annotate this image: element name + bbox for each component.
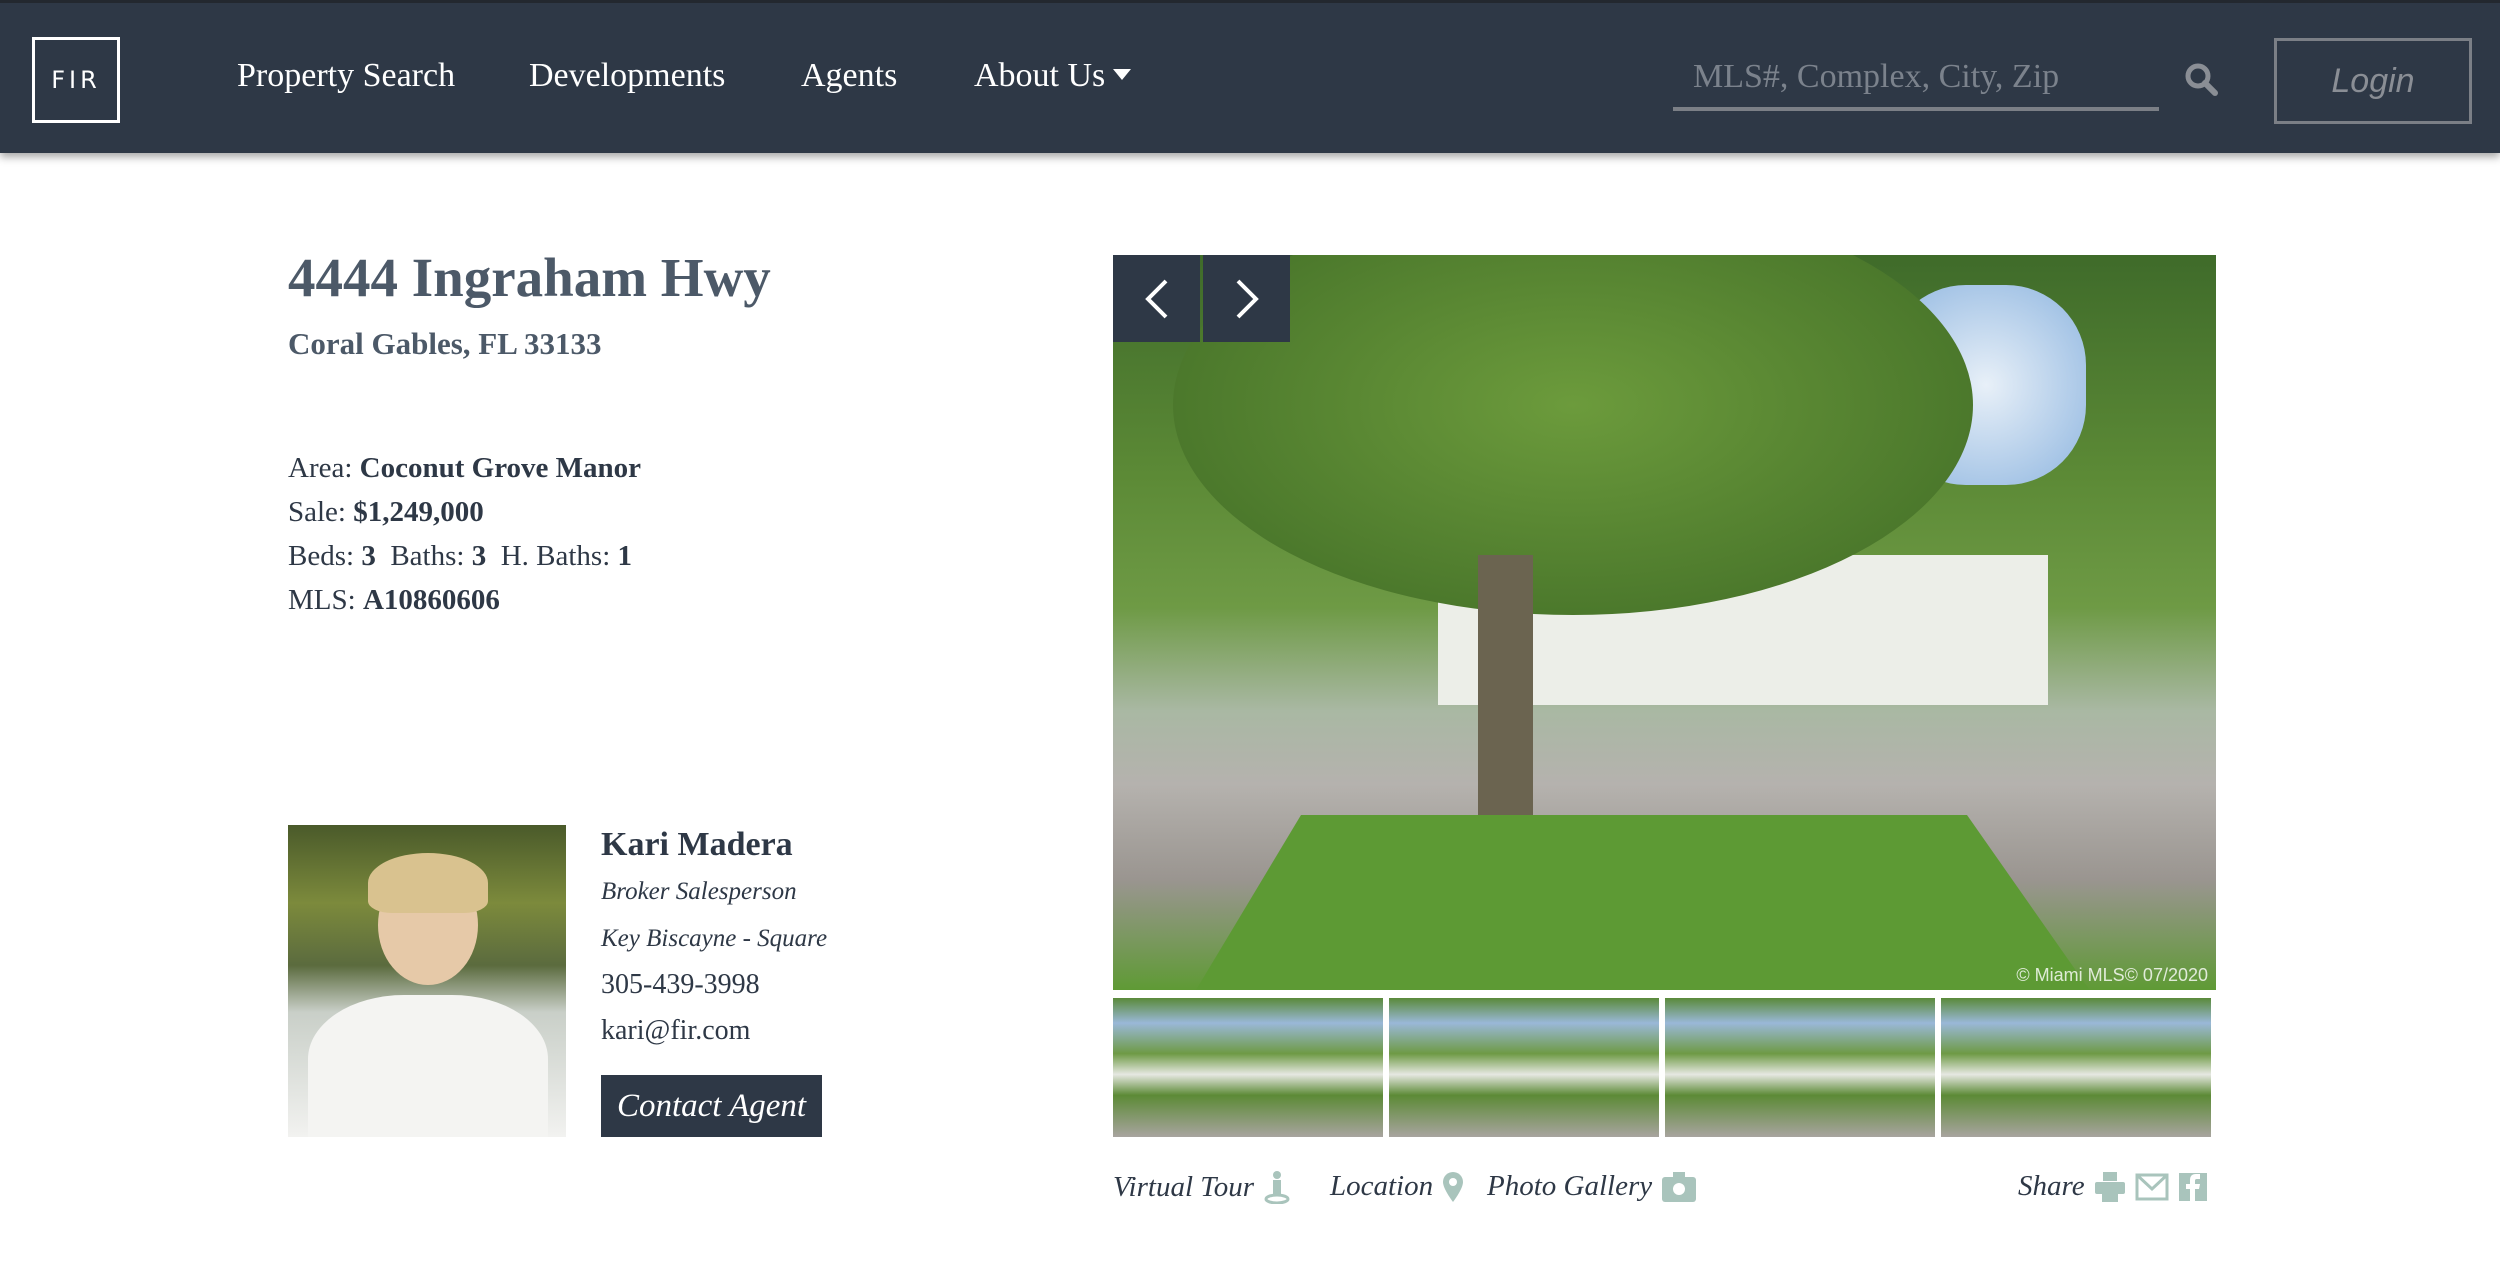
beds-value: 3: [361, 540, 376, 572]
email-icon[interactable]: [2135, 1173, 2169, 1201]
share-bar: Share: [2018, 1170, 2207, 1203]
nav-agents[interactable]: Agents: [801, 57, 897, 95]
sale-value: $1,249,000: [353, 496, 484, 528]
area-label: Area:: [288, 452, 353, 484]
thumbnail-3[interactable]: [1665, 998, 1935, 1137]
property-title: 4444 Ingraham Hwy: [288, 247, 771, 308]
agent-hair: [368, 853, 488, 913]
chevron-right-icon: [1236, 279, 1259, 318]
map-marker-icon: [1443, 1171, 1464, 1202]
baths-value: 3: [471, 540, 487, 572]
sale-label: Sale:: [288, 496, 346, 528]
mls-value: A10860606: [362, 584, 500, 616]
facebook-icon[interactable]: [2178, 1172, 2207, 1201]
area-value: Coconut Grove Manor: [359, 452, 642, 484]
caret-down-icon: [1113, 69, 1132, 80]
chevron-left-icon: [1144, 279, 1167, 318]
property-location: Coral Gables, FL 33133: [288, 326, 602, 361]
nav-developments[interactable]: Developments: [529, 57, 725, 95]
next-photo-button[interactable]: [1203, 255, 1290, 342]
prev-photo-button[interactable]: [1113, 255, 1200, 342]
thumbnail-4[interactable]: [1941, 998, 2211, 1137]
top-navbar: FIR Property Search Developments Agents …: [0, 0, 2500, 153]
hbaths-label: H. Baths:: [500, 540, 611, 572]
agent-email[interactable]: kari@fir.com: [601, 1008, 827, 1054]
hbaths-value: 1: [617, 540, 633, 572]
agent-shirt: [308, 995, 548, 1137]
print-icon[interactable]: [2094, 1171, 2125, 1202]
nav-about-us[interactable]: About Us: [974, 57, 1132, 95]
login-button[interactable]: Login: [2274, 38, 2472, 124]
location-link[interactable]: Location: [1330, 1170, 1464, 1203]
agent-info: Kari Madera Broker Salesperson Key Bisca…: [601, 822, 827, 1054]
rooms-row: Beds: 3 Baths: 3 H. Baths: 1: [288, 534, 641, 578]
photo-lawn: [1193, 815, 2093, 990]
agent-role: Broker Salesperson: [601, 878, 797, 905]
agent-photo: [288, 825, 566, 1137]
virtual-tour-label: Virtual Tour: [1113, 1170, 1255, 1203]
property-details: Area: Coconut Grove Manor Sale: $1,249,0…: [288, 446, 641, 622]
person-pin-icon: [1264, 1171, 1290, 1204]
beds-label: Beds:: [288, 540, 355, 572]
agent-phone[interactable]: 305-439-3998: [601, 962, 827, 1008]
thumbnail-1[interactable]: [1113, 998, 1383, 1137]
mls-row: MLS: A10860606: [288, 578, 641, 622]
search-input[interactable]: [1673, 47, 2159, 111]
nav-property-search[interactable]: Property Search: [237, 57, 455, 95]
photo-tree-trunk: [1478, 555, 1533, 815]
search-icon[interactable]: [2183, 61, 2219, 97]
photo-gallery-label: Photo Gallery: [1487, 1170, 1653, 1202]
agent-name[interactable]: Kari Madera: [601, 822, 827, 868]
share-label: Share: [2018, 1170, 2085, 1202]
area-row: Area: Coconut Grove Manor: [288, 446, 641, 490]
contact-agent-button[interactable]: Contact Agent: [601, 1075, 822, 1137]
photo-watermark: © Miami MLS© 07/2020: [2016, 965, 2208, 985]
mls-label: MLS:: [288, 584, 356, 616]
fir-logo[interactable]: FIR: [32, 37, 120, 123]
virtual-tour-link[interactable]: Virtual Tour: [1113, 1170, 1290, 1204]
thumbnail-2[interactable]: [1389, 998, 1659, 1137]
sale-row: Sale: $1,249,000: [288, 490, 641, 534]
location-label: Location: [1330, 1170, 1434, 1202]
baths-label: Baths:: [390, 540, 465, 572]
nav-about-us-label: About Us: [974, 57, 1106, 94]
photo-gallery-link[interactable]: Photo Gallery: [1487, 1170, 1697, 1203]
camera-icon: [1662, 1171, 1697, 1202]
main-property-photo[interactable]: © Miami MLS© 07/2020: [1113, 255, 2216, 990]
agent-office: Key Biscayne - Square: [601, 925, 828, 952]
